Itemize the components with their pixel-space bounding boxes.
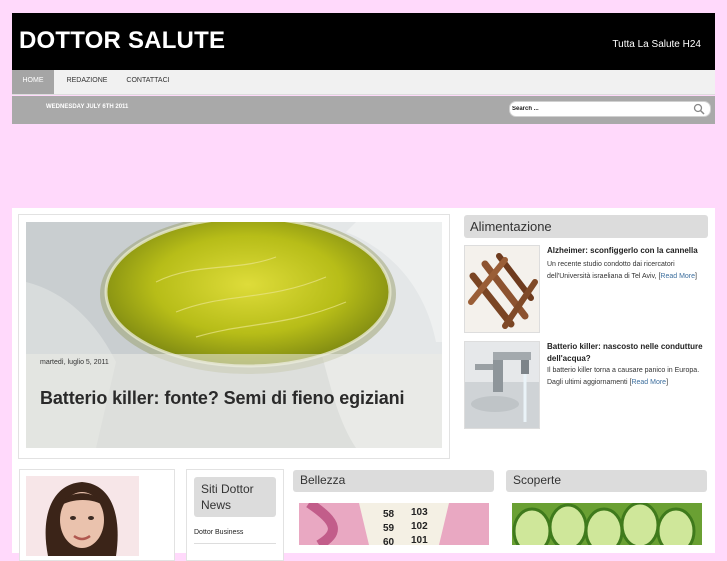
featured-date: martedì, luglio 5, 2011 <box>40 359 109 366</box>
date-bar: WEDNESDAY JULY 6TH 2011 <box>12 96 715 124</box>
woman-face-image[interactable] <box>26 476 139 556</box>
nav-item-home[interactable]: HOME <box>12 70 54 94</box>
nav-item-redazione[interactable]: REDAZIONE <box>56 70 118 94</box>
featured-image[interactable]: martedì, luglio 5, 2011 Batterio killer:… <box>26 222 442 448</box>
search-icon[interactable] <box>693 103 705 115</box>
post-excerpt-close: ] <box>666 379 669 386</box>
read-more-link[interactable]: Read More <box>631 379 666 386</box>
featured-title[interactable]: Batterio killer: fonte? Semi di fieno eg… <box>40 388 405 409</box>
search-input[interactable] <box>512 102 682 115</box>
site-tagline: Tutta La Salute H24 <box>612 39 701 50</box>
site-title[interactable]: DOTTOR SALUTE <box>19 27 225 55</box>
post-excerpt-close: ] <box>695 273 697 280</box>
section-heading-bellezza: Bellezza <box>293 470 494 492</box>
section-heading-label: Siti Dottor News <box>201 482 254 512</box>
post-excerpt-text: Il batterio killer torna a causare panic… <box>547 367 700 386</box>
post-title[interactable]: Alzheimer: sconfiggerlo con la cannella <box>547 245 709 257</box>
post-excerpt: Un recente studio condotto dai ricercato… <box>547 259 707 283</box>
section-heading-label[interactable]: Bellezza <box>300 473 345 487</box>
faucet-image <box>465 342 539 428</box>
post-excerpt-text: Un recente studio condotto dai ricercato… <box>547 261 675 280</box>
tape-number: 103 <box>411 507 428 518</box>
link-dottor-business[interactable]: Dottor Business <box>194 529 243 536</box>
tape-number: 59 <box>383 523 395 534</box>
section-heading-label[interactable]: Scoperte <box>513 473 561 487</box>
main-nav: HOME REDAZIONE CONTATTACI <box>12 70 715 95</box>
post-thumbnail-cinnamon[interactable] <box>464 245 540 333</box>
siti-dottor-news-box: Siti Dottor News Dottor Business <box>186 469 284 561</box>
post-title[interactable]: Batterio killer: nascosto nelle conduttu… <box>547 341 709 365</box>
nav-item-contattaci[interactable]: CONTATTACI <box>118 70 178 94</box>
current-date: WEDNESDAY JULY 6TH 2011 <box>46 104 129 110</box>
section-heading-label[interactable]: Alimentazione <box>470 219 552 234</box>
site-header: DOTTOR SALUTE Tutta La Salute H24 <box>12 13 715 70</box>
tape-number: 58 <box>383 509 395 520</box>
measuring-tape-image: 58 103 59 102 60 101 <box>299 503 489 545</box>
face-photo <box>26 476 139 556</box>
cinnamon-image <box>465 246 539 332</box>
bellezza-image[interactable]: 58 103 59 102 60 101 <box>299 503 489 545</box>
search-box[interactable] <box>509 101 711 117</box>
divider <box>194 543 276 544</box>
tape-number: 102 <box>411 521 428 532</box>
post-excerpt: Il batterio killer torna a causare panic… <box>547 365 707 389</box>
cucumber-image <box>512 503 702 545</box>
tape-number: 101 <box>411 535 428 545</box>
section-heading-siti: Siti Dottor News <box>194 477 276 517</box>
tape-number: 60 <box>383 537 395 545</box>
section-heading-scoperte: Scoperte <box>506 470 707 492</box>
section-heading-alimentazione: Alimentazione <box>464 215 708 238</box>
scoperte-image[interactable] <box>512 503 702 545</box>
post-thumbnail-faucet[interactable] <box>464 341 540 429</box>
read-more-link[interactable]: Read More <box>660 273 695 280</box>
featured-slider: martedì, luglio 5, 2011 Batterio killer:… <box>18 214 450 459</box>
